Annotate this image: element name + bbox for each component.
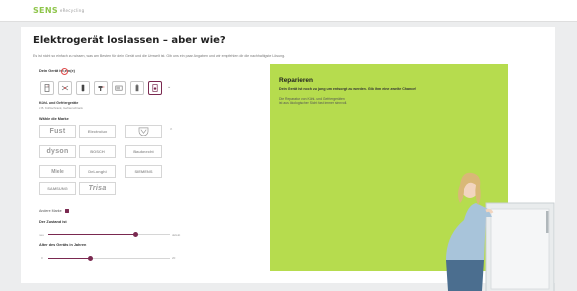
brand-delonghi[interactable]: DeLonghi <box>79 165 116 178</box>
condition-max-label: defekt <box>172 233 181 237</box>
brands-label: Wähle die Marke <box>39 117 69 121</box>
device-washing-machine[interactable] <box>148 81 162 95</box>
brand-vzug[interactable] <box>125 125 162 138</box>
brand-siemens[interactable]: SIEMENS <box>125 165 162 178</box>
device-phone[interactable] <box>76 81 90 95</box>
device-microwave[interactable] <box>112 81 126 95</box>
microwave-icon <box>115 85 123 91</box>
top-bar: SENS eRecycling <box>0 0 577 22</box>
other-brand-label: Andere Marke <box>39 209 62 213</box>
age-slider-fill <box>48 258 91 259</box>
device-fan[interactable] <box>58 81 72 95</box>
condition-min-label: neu <box>39 233 45 237</box>
sens-logo[interactable]: SENS eRecycling <box>33 6 84 15</box>
recommendation-body: Die Reparatur von Kühl- und Gefriergerät… <box>279 97 348 106</box>
brand-miele[interactable]: Miele <box>39 165 76 178</box>
info-icon[interactable]: i <box>61 68 68 75</box>
selected-device-name: Kühl- und Gefriergeräte <box>39 101 79 105</box>
brand-trisa[interactable]: Trisa <box>79 182 116 195</box>
brand-bosch[interactable]: BOSCH <box>79 145 116 158</box>
brand-electrolux[interactable]: Electrolux <box>79 125 116 138</box>
device-drill[interactable] <box>94 81 108 95</box>
washing-machine-icon <box>152 84 158 92</box>
brand-bauknecht[interactable]: Bauknecht <box>125 145 162 158</box>
recommendation-title: Reparieren <box>279 77 313 84</box>
phone-icon <box>81 84 85 92</box>
fan-icon <box>61 85 69 91</box>
other-brand-row[interactable]: Andere Marke <box>39 209 69 213</box>
age-max-label: 20 <box>172 256 176 260</box>
recommendation-subtitle: Dein Gerät ist noch zu jung um entsorgt … <box>279 87 417 91</box>
selected-device-sub: z.B. Kühlschrank, Gefrierschrank <box>39 106 83 110</box>
chevron-up-icon[interactable]: ⌃ <box>169 128 173 134</box>
device-battery[interactable] <box>130 81 144 95</box>
age-slider[interactable] <box>48 256 170 261</box>
page-title: Elektrogerät loslassen – aber wie? <box>33 35 226 46</box>
age-label: Alter des Geräts in Jahren <box>39 243 87 247</box>
other-brand-checkbox[interactable] <box>64 209 69 213</box>
woman-with-fridge-image <box>424 165 577 291</box>
device-fridge[interactable] <box>40 81 54 95</box>
brand-fust[interactable]: Fust <box>39 125 76 138</box>
device-label: Dein Gerät ist ein(e) <box>39 69 75 73</box>
condition-label: Der Zustand ist <box>39 220 67 224</box>
drill-icon <box>98 86 105 91</box>
fridge-icon <box>44 84 50 92</box>
condition-slider-fill <box>48 234 136 235</box>
brand-dyson[interactable]: dyson <box>39 145 76 158</box>
page-intro: Es ist nicht so einfach zu wissen, was a… <box>33 54 286 58</box>
brand-samsung[interactable]: SAMSUNG <box>39 182 76 195</box>
age-min-label: 0 <box>41 256 43 260</box>
condition-slider[interactable] <box>48 232 170 237</box>
battery-icon <box>135 84 139 92</box>
vzug-logo <box>138 127 149 136</box>
chevron-down-icon[interactable]: ⌄ <box>167 84 171 90</box>
